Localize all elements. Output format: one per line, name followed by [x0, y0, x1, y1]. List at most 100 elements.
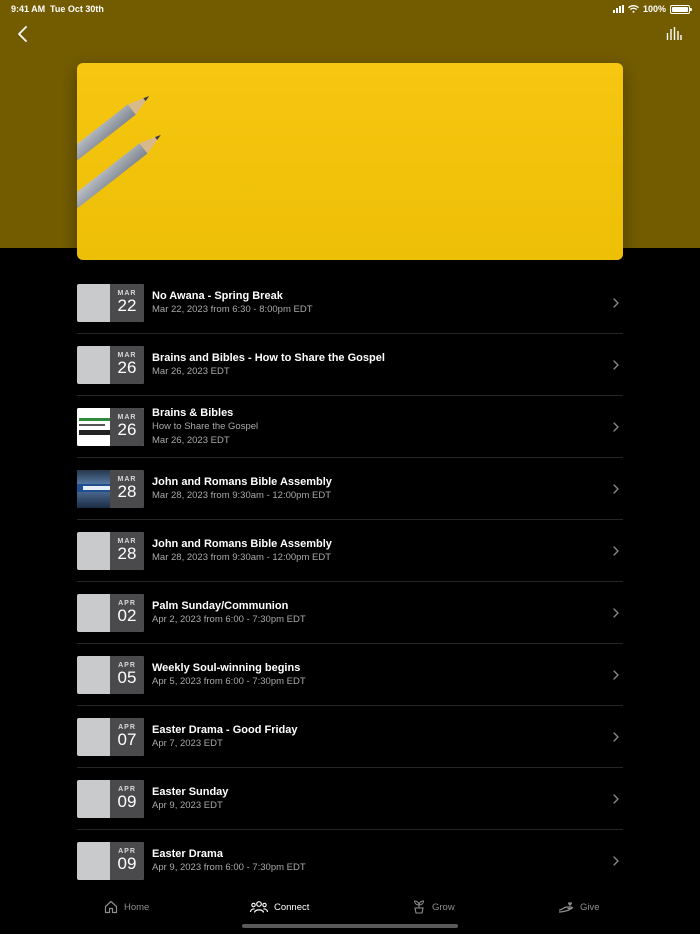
tab-grow-label: Grow: [432, 901, 455, 913]
date-day: 26: [117, 358, 137, 377]
tab-home[interactable]: Home: [104, 900, 149, 914]
battery-icon: [670, 4, 692, 14]
event-row[interactable]: APR 09 Easter Sunday Apr 9, 2023 EDT: [77, 768, 623, 830]
date-day: 26: [117, 420, 137, 439]
event-thumbnail: APR 07: [77, 718, 144, 756]
date-badge: MAR 22: [110, 284, 144, 322]
hero-image: [77, 63, 623, 260]
event-text: Easter Drama Apr 9, 2023 from 6:00 - 7:30…: [152, 830, 593, 891]
tab-grow[interactable]: Grow: [412, 900, 455, 914]
chevron-right-icon: [613, 670, 619, 680]
chevron-right-icon: [613, 484, 619, 494]
date-day: 05: [117, 668, 137, 687]
event-row[interactable]: APR 09 Easter Drama Apr 9, 2023 from 6:00 -…: [77, 830, 623, 892]
event-subtitle: Mar 28, 2023 from 9:30am - 12:00pm EDT: [152, 489, 331, 501]
status-indicators: 100%: [612, 4, 692, 14]
tab-connect-label: Connect: [274, 901, 310, 913]
date-badge: APR 05: [110, 656, 144, 694]
tab-connect[interactable]: Connect: [250, 900, 309, 914]
chevron-right-icon: [613, 608, 619, 618]
event-thumbnail: APR 09: [77, 780, 144, 818]
event-subtitle: Apr 5, 2023 from 6:00 - 7:30pm EDT: [152, 675, 306, 687]
event-date: Mar 26, 2023 EDT: [152, 434, 230, 446]
event-subtitle: How to Share the Gospel: [152, 420, 259, 432]
event-subtitle: Mar 26, 2023 EDT: [152, 365, 230, 377]
event-title: John and Romans Bible Assembly: [152, 537, 332, 550]
home-icon: [104, 900, 118, 914]
event-title: Weekly Soul-winning begins: [152, 661, 301, 674]
event-title: Brains and Bibles - How to Share the Gos…: [152, 351, 385, 364]
event-subtitle: Apr 2, 2023 from 6:00 - 7:30pm EDT: [152, 613, 306, 625]
date-day: 22: [117, 296, 137, 315]
event-row[interactable]: MAR 26 Brains and Bibles - How to Share th…: [77, 334, 623, 396]
event-title: No Awana - Spring Break: [152, 289, 283, 302]
event-text: No Awana - Spring Break Mar 22, 2023 from…: [152, 272, 593, 333]
event-subtitle: Mar 22, 2023 from 6:30 - 8:00pm EDT: [152, 303, 313, 315]
event-thumbnail: APR 02: [77, 594, 144, 632]
back-button[interactable]: [14, 24, 34, 44]
date-badge: APR 09: [110, 842, 144, 880]
event-thumbnail: APR 05: [77, 656, 144, 694]
event-title: Easter Sunday: [152, 785, 229, 798]
status-bar: 9:41 AM Tue Oct 30th 100%: [0, 0, 700, 18]
battery-percent: 100%: [642, 4, 666, 14]
wifi-icon: [628, 5, 639, 13]
date-day: 09: [117, 792, 137, 811]
event-thumbnail: MAR 22: [77, 284, 144, 322]
chevron-right-icon: [613, 298, 619, 308]
event-row[interactable]: MAR 26 Brains & Bibles How to Share the Gos…: [77, 396, 623, 458]
event-subtitle: Apr 7, 2023 EDT: [152, 737, 223, 749]
date-badge: APR 07: [110, 718, 144, 756]
date-day: 28: [117, 482, 137, 501]
event-text: Easter Sunday Apr 9, 2023 EDT: [152, 768, 593, 829]
chevron-right-icon: [613, 422, 619, 432]
hand-heart-icon: [558, 902, 574, 913]
event-text: Palm Sunday/Communion Apr 2, 2023 from 6:…: [152, 582, 593, 643]
date-badge: MAR 26: [110, 346, 144, 384]
event-row[interactable]: APR 05 Weekly Soul-winning begins Apr 5, 20…: [77, 644, 623, 706]
audio-bars-icon: [666, 27, 682, 40]
tab-give-label: Give: [580, 901, 600, 913]
event-row[interactable]: MAR 28 John and Romans Bible Assembly Mar 2…: [77, 458, 623, 520]
date-badge: APR 02: [110, 594, 144, 632]
event-text: Brains & Bibles How to Share the Gospel Ma…: [152, 396, 593, 457]
chevron-right-icon: [613, 360, 619, 370]
event-thumbnail: MAR 26: [77, 408, 144, 446]
date-badge: MAR 28: [110, 470, 144, 508]
event-title: Brains & Bibles: [152, 406, 234, 419]
event-text: Easter Drama - Good Friday Apr 7, 2023 ED…: [152, 706, 593, 767]
event-thumbnail: MAR 28: [77, 470, 144, 508]
sprout-icon: [413, 900, 425, 914]
tab-give[interactable]: Give: [558, 900, 600, 914]
chevron-right-icon: [613, 794, 619, 804]
event-row[interactable]: APR 02 Palm Sunday/Communion Apr 2, 2023 fr…: [77, 582, 623, 644]
date-badge: MAR 28: [110, 532, 144, 570]
date-day: 07: [117, 730, 137, 749]
pencils-image: [77, 95, 161, 228]
home-indicator: [242, 924, 458, 928]
event-title: Easter Drama - Good Friday: [152, 723, 298, 736]
status-time: 9:41 AM: [11, 4, 46, 14]
event-subtitle: Apr 9, 2023 from 6:00 - 7:30pm EDT: [152, 861, 306, 873]
audio-button[interactable]: [666, 26, 682, 42]
chevron-right-icon: [613, 546, 619, 556]
event-thumbnail: MAR 28: [77, 532, 144, 570]
event-row[interactable]: MAR 22 No Awana - Spring Break Mar 22, 2023…: [77, 272, 623, 334]
event-thumbnail: APR 09: [77, 842, 144, 880]
event-row[interactable]: MAR 28 John and Romans Bible Assembly Mar 2…: [77, 520, 623, 582]
tab-home-label: Home: [124, 901, 150, 913]
event-row[interactable]: APR 07 Easter Drama - Good Friday Apr 7, 20…: [77, 706, 623, 768]
event-subtitle: Mar 28, 2023 from 9:30am - 12:00pm EDT: [152, 551, 331, 563]
date-badge: APR 09: [110, 780, 144, 818]
people-icon: [250, 901, 268, 913]
event-title: John and Romans Bible Assembly: [152, 475, 332, 488]
date-day: 09: [117, 854, 137, 873]
event-list: MAR 22 No Awana - Spring Break Mar 22, 2023…: [77, 272, 623, 892]
date-day: 02: [117, 606, 137, 625]
event-subtitle: Apr 9, 2023 EDT: [152, 799, 223, 811]
date-badge: MAR 26: [110, 408, 144, 446]
cellular-signal-icon: [612, 5, 624, 13]
event-title: Palm Sunday/Communion: [152, 599, 289, 612]
chevron-right-icon: [613, 732, 619, 742]
event-text: Brains and Bibles - How to Share the Gos…: [152, 334, 593, 395]
